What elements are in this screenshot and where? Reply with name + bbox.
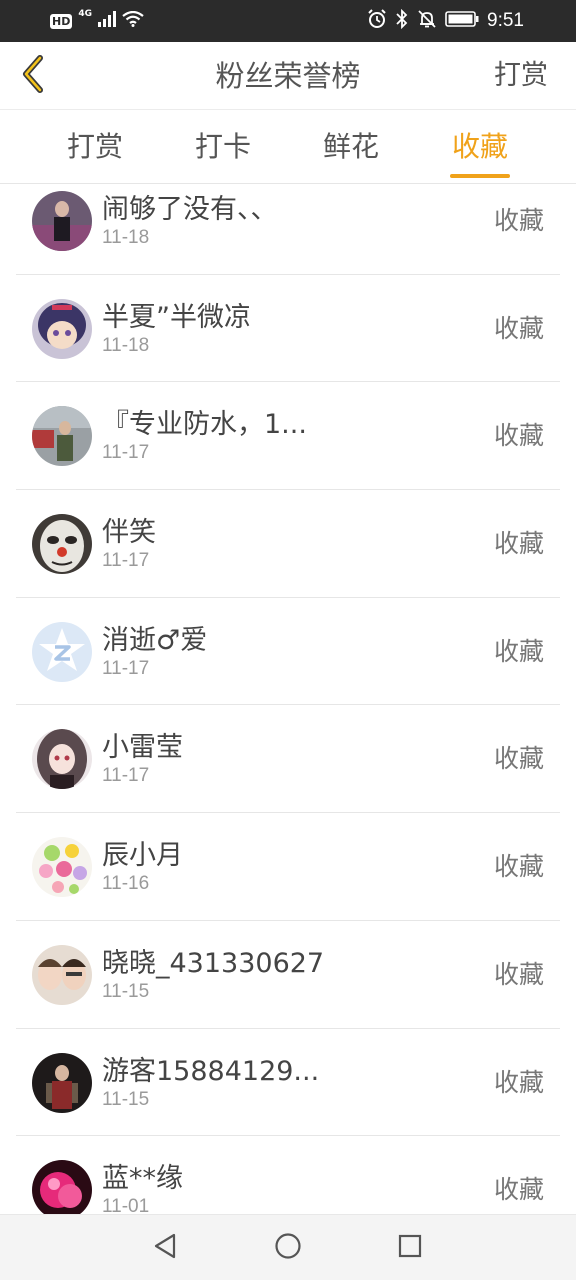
favorite-label: 收藏 [493, 852, 544, 882]
fan-list-content: 闹够了没有、、 11-18 收藏 半夏”半微凉 11-18 收藏 『专业防水，1… [0, 184, 576, 1214]
fan-date: 11-17 [102, 765, 150, 787]
fan-name: 晓晓_431330627 [102, 947, 325, 979]
status-left: HD 4G [50, 9, 144, 33]
wifi-icon [122, 10, 144, 31]
fan-name: 伴笑 [102, 517, 156, 549]
top-app-bar: 粉丝荣誉榜 打赏 [0, 42, 576, 110]
list-item[interactable]: 小雷莹 11-17 收藏 [16, 705, 560, 814]
favorite-label: 收藏 [493, 1175, 544, 1205]
list-item[interactable]: 游客15884129... 11-15 收藏 [16, 1029, 560, 1137]
fan-name: 蓝**缘 [102, 1163, 183, 1195]
fan-date: 11-17 [102, 657, 150, 679]
fan-list[interactable]: 闹够了没有、、 11-18 收藏 半夏”半微凉 11-18 收藏 『专业防水，1… [0, 184, 576, 1214]
network-type: 4G [78, 9, 92, 19]
favorite-label: 收藏 [493, 636, 544, 666]
list-item[interactable]: 半夏”半微凉 11-18 收藏 [16, 275, 560, 383]
avatar[interactable] [32, 191, 92, 251]
signal-icon [98, 11, 116, 31]
nav-back-button[interactable] [145, 1228, 185, 1268]
tab-bar: 打赏 打卡 鲜花 收藏 [0, 110, 576, 184]
mute-icon [417, 9, 437, 33]
tab-favorites-label: 收藏 [451, 130, 508, 163]
fan-name: 小雷莹 [102, 732, 183, 764]
reward-button[interactable]: 打赏 [494, 42, 548, 110]
system-nav-bar [0, 1214, 576, 1280]
battery-icon [445, 11, 479, 31]
list-item[interactable]: 『专业防水，1... 11-17 收藏 [16, 382, 560, 491]
status-bar: HD 4G 9:51 [0, 0, 576, 42]
recents-square-icon [397, 1233, 423, 1263]
tab-reward[interactable]: 打赏 [55, 110, 135, 184]
fan-date: 11-15 [102, 1088, 150, 1110]
fan-name: 游客15884129... [102, 1055, 320, 1087]
avatar[interactable] [32, 298, 92, 359]
list-item[interactable]: 闹够了没有、、 11-18 收藏 [16, 184, 560, 275]
list-item[interactable]: 蓝**缘 11-01 收藏 [16, 1136, 560, 1214]
tab-flowers[interactable]: 鲜花 [311, 110, 391, 184]
fan-name: 辰小月 [102, 840, 183, 872]
nav-recents-button[interactable] [390, 1228, 430, 1268]
avatar[interactable] [32, 514, 92, 575]
tab-checkin[interactable]: 打卡 [183, 110, 263, 184]
avatar[interactable] [32, 621, 92, 682]
page-title: 粉丝荣誉榜 [215, 59, 361, 93]
list-item[interactable]: 晓晓_431330627 11-15 收藏 [16, 921, 560, 1029]
fan-date: 11-17 [102, 442, 150, 464]
status-right: 9:51 [367, 8, 524, 34]
fan-date: 11-16 [102, 873, 150, 895]
favorite-label: 收藏 [493, 744, 544, 774]
back-triangle-icon [152, 1232, 178, 1264]
favorite-label: 收藏 [493, 421, 544, 451]
fan-date: 11-18 [102, 334, 150, 356]
fan-name: 『专业防水，1... [102, 409, 307, 441]
fan-name: 半夏”半微凉 [102, 301, 251, 333]
avatar[interactable] [32, 837, 92, 898]
avatar[interactable] [32, 1052, 92, 1113]
fan-date: 11-18 [102, 227, 150, 248]
favorite-label: 收藏 [493, 529, 544, 559]
bluetooth-icon [395, 8, 409, 33]
favorite-label: 收藏 [493, 1067, 544, 1097]
avatar[interactable] [32, 944, 92, 1005]
favorite-label: 收藏 [493, 959, 544, 989]
hd-badge: HD [50, 13, 73, 29]
active-tab-indicator [450, 174, 510, 178]
nav-home-button[interactable] [268, 1228, 308, 1268]
back-button[interactable] [10, 52, 58, 100]
avatar[interactable] [32, 729, 92, 790]
favorite-label: 收藏 [493, 206, 544, 235]
fan-date: 11-17 [102, 550, 150, 572]
list-item[interactable]: 伴笑 11-17 收藏 [16, 490, 560, 598]
chevron-left-icon [19, 54, 49, 98]
list-item[interactable]: 消逝♂爱 11-17 收藏 [16, 598, 560, 706]
avatar[interactable] [32, 1160, 92, 1214]
fan-date: 11-01 [102, 1196, 150, 1214]
favorite-label: 收藏 [493, 313, 544, 343]
list-item[interactable]: 辰小月 11-16 收藏 [16, 813, 560, 921]
fan-name: 闹够了没有、、 [102, 194, 278, 225]
tab-favorites[interactable]: 收藏 [440, 110, 520, 184]
fan-name: 消逝♂爱 [102, 624, 208, 656]
alarm-icon [367, 9, 387, 33]
home-circle-icon [274, 1232, 302, 1264]
fan-date: 11-15 [102, 980, 150, 1002]
status-time: 9:51 [487, 10, 524, 31]
avatar[interactable] [32, 406, 92, 467]
